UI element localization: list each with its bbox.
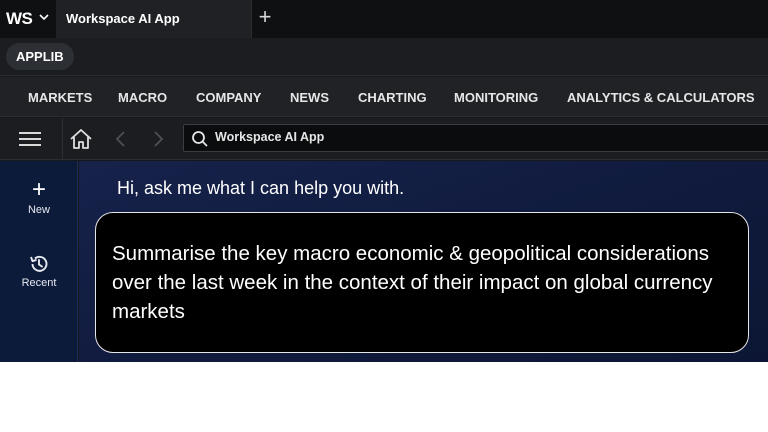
toolbar-divider [62,118,63,160]
sidebar: + New Recent [0,161,78,362]
applib-bar: APPLIB [0,38,768,76]
user-prompt-bubble: Summarise the key macro economic & geopo… [95,212,749,353]
search-field[interactable]: Workspace AI App [183,124,768,152]
applib-button[interactable]: APPLIB [6,43,74,70]
assistant-greeting: Hi, ask me what I can help you with. [117,178,405,198]
tab-workspace-ai-app[interactable]: Workspace AI App [56,0,252,38]
recent-label: Recent [21,277,57,289]
new-chat-button[interactable]: + New [0,176,78,217]
search-input[interactable]: Workspace AI App [215,130,324,144]
menu-item-analytics-calculators[interactable]: ANALYTICS & CALCULATORS [567,90,755,105]
app-logo[interactable]: WS [6,9,33,29]
plus-icon: + [31,176,46,203]
new-tab-plus-icon[interactable]: + [256,6,274,28]
toolbar: Workspace AI App [0,118,768,160]
hamburger-menu-icon[interactable] [19,130,43,148]
recent-button[interactable]: Recent [0,253,78,289]
tab-bar: WS Workspace AI App + [0,0,768,38]
tab-label: Workspace AI App [66,11,180,26]
search-icon [192,131,208,147]
back-arrow-icon[interactable] [113,130,127,148]
main-menu: MARKETS MACRO COMPANY NEWS CHARTING MONI… [0,77,768,117]
menu-item-macro[interactable]: MACRO [118,90,167,105]
chevron-down-icon[interactable] [38,11,50,23]
menu-item-charting[interactable]: CHARTING [358,90,427,105]
user-prompt-text: Summarise the key macro economic & geopo… [112,242,713,323]
menu-item-news[interactable]: NEWS [290,90,329,105]
menu-item-monitoring[interactable]: MONITORING [454,90,538,105]
forward-arrow-icon[interactable] [152,130,166,148]
menu-item-markets[interactable]: MARKETS [28,90,92,105]
history-icon [30,255,48,272]
chat-panel: Hi, ask me what I can help you with. Sum… [79,161,768,362]
home-icon[interactable] [69,128,93,150]
new-label: New [27,204,50,216]
app-window: WS Workspace AI App + APPLIB MARKETS MAC… [0,0,768,362]
menu-item-company[interactable]: COMPANY [196,90,261,105]
